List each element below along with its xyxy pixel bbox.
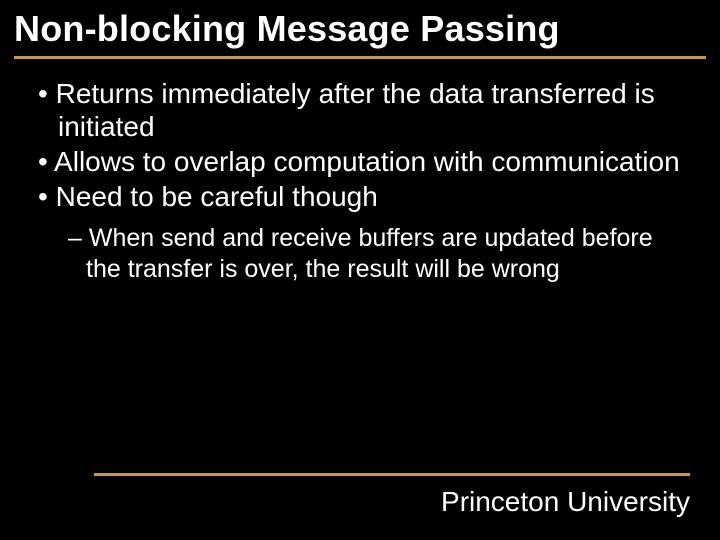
sub-bullet-item: When send and receive buffers are update… xyxy=(58,223,690,284)
footer-rule xyxy=(94,473,690,476)
sub-bullet-list: When send and receive buffers are update… xyxy=(30,223,690,284)
footer-text: Princeton University xyxy=(441,486,690,518)
slide: Non-blocking Message Passing Returns imm… xyxy=(0,0,720,540)
bullet-item: Allows to overlap computation with commu… xyxy=(30,145,690,178)
bullet-list: Returns immediately after the data trans… xyxy=(30,77,690,213)
slide-body: Returns immediately after the data trans… xyxy=(0,59,720,284)
bullet-item: Returns immediately after the data trans… xyxy=(30,77,690,143)
bullet-item: Need to be careful though xyxy=(30,180,690,213)
slide-title: Non-blocking Message Passing xyxy=(0,0,720,52)
